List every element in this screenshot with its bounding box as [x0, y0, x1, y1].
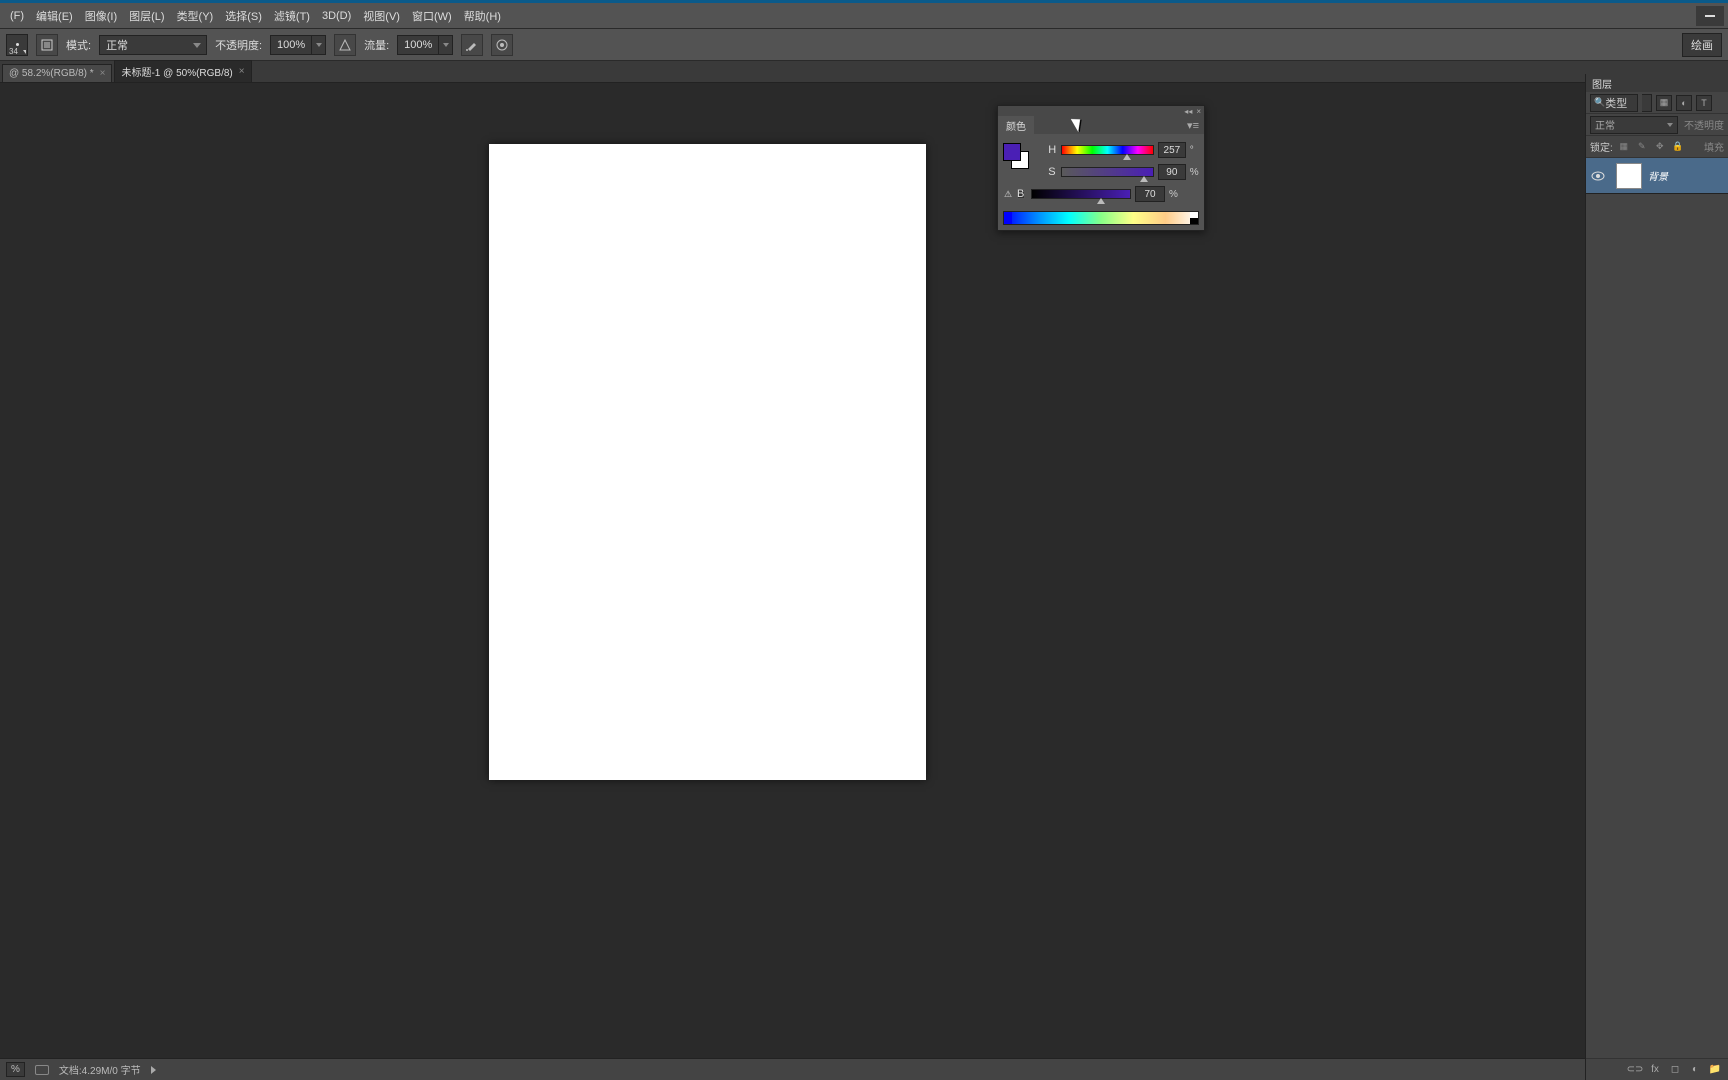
- saturation-unit: %: [1190, 167, 1199, 178]
- layer-opacity-label: 不透明度: [1684, 117, 1724, 132]
- menu-edit[interactable]: 编辑(E): [30, 4, 79, 28]
- layer-filter-kind[interactable]: 🔍 类型: [1590, 94, 1638, 112]
- layers-tab[interactable]: 图层: [1586, 74, 1728, 92]
- brightness-value[interactable]: 70: [1135, 186, 1165, 202]
- collapse-icon[interactable]: ◂◂: [1184, 107, 1192, 116]
- saturation-label: S: [1048, 166, 1057, 178]
- brush-panel-toggle-icon[interactable]: [36, 34, 58, 56]
- search-icon: 🔍: [1594, 97, 1605, 108]
- menu-bar: (F) 编辑(E) 图像(I) 图层(L) 类型(Y) 选择(S) 滤镜(T) …: [0, 3, 1728, 29]
- color-panel-titlebar[interactable]: ◂◂ ×: [998, 106, 1204, 116]
- layers-panel: 图层 🔍 类型 ▦ ◐ T 正常 不透明度 锁定: ▦ ✎ ✥ 🔒 填充 背景 …: [1585, 74, 1728, 1080]
- brush-preset-picker[interactable]: 34: [6, 34, 28, 56]
- document-tab[interactable]: @ 58.2%(RGB/8) * ×: [2, 64, 112, 82]
- brush-size-label: 34: [9, 47, 18, 56]
- opacity-input[interactable]: 100%: [270, 35, 312, 55]
- opacity-dropdown[interactable]: [312, 35, 326, 55]
- draw-mode-button[interactable]: 绘画: [1682, 33, 1722, 57]
- lock-transparency-icon[interactable]: ▦: [1617, 140, 1631, 154]
- color-panel: ◂◂ × 颜色 ▾≡ H 257 ° S 90 % ⚠ B 7: [997, 105, 1205, 231]
- layers-footer: ⊂⊃ fx ◻ ◐ 📁: [1586, 1058, 1728, 1080]
- brightness-unit: %: [1169, 189, 1179, 200]
- mode-label: 模式:: [66, 37, 91, 53]
- folder-icon[interactable]: 📁: [1708, 1063, 1722, 1077]
- flow-label: 流量:: [364, 37, 389, 53]
- spacer: [1035, 167, 1044, 177]
- document-info[interactable]: 文档:4.29M/0 字节: [59, 1062, 141, 1077]
- menu-file[interactable]: (F): [4, 6, 30, 26]
- saturation-slider[interactable]: [1061, 167, 1153, 177]
- hue-value[interactable]: 257: [1158, 142, 1186, 158]
- fill-label: 填充: [1704, 139, 1724, 154]
- close-tab-icon[interactable]: ×: [239, 66, 245, 77]
- mouse-cursor: [1074, 116, 1086, 132]
- menu-filter[interactable]: 滤镜(T): [268, 4, 316, 28]
- gamut-warning-icon: [1035, 145, 1044, 155]
- scratch-disk-icon[interactable]: [35, 1065, 49, 1075]
- saturation-value[interactable]: 90: [1158, 164, 1186, 180]
- menu-select[interactable]: 选择(S): [219, 4, 268, 28]
- status-bar: % 文档:4.29M/0 字节: [0, 1058, 1585, 1080]
- close-icon[interactable]: ×: [1196, 107, 1201, 116]
- layer-thumbnail[interactable]: [1616, 163, 1642, 189]
- lock-pixels-icon[interactable]: ✎: [1635, 140, 1649, 154]
- layer-list: 背景: [1586, 158, 1728, 194]
- gamut-warning-icon[interactable]: ⚠: [1003, 189, 1013, 199]
- zoom-level-input[interactable]: %: [6, 1062, 25, 1077]
- panel-menu-icon[interactable]: ▾≡: [1182, 119, 1204, 132]
- filter-type-icon[interactable]: T: [1696, 95, 1712, 111]
- opacity-label: 不透明度:: [215, 37, 262, 53]
- airbrush-icon[interactable]: [461, 34, 483, 56]
- hue-label: H: [1048, 144, 1057, 156]
- filter-pixel-icon[interactable]: ▦: [1656, 95, 1672, 111]
- brightness-label: B: [1017, 188, 1027, 200]
- hue-slider[interactable]: [1061, 145, 1153, 155]
- menu-type[interactable]: 类型(Y): [171, 4, 220, 28]
- menu-3d[interactable]: 3D(D): [316, 6, 357, 26]
- minimize-button[interactable]: [1696, 6, 1724, 26]
- lock-all-icon[interactable]: 🔒: [1671, 140, 1685, 154]
- hue-unit: °: [1190, 145, 1199, 156]
- layer-fx-icon[interactable]: fx: [1648, 1063, 1662, 1077]
- pressure-size-icon[interactable]: [491, 34, 513, 56]
- filter-adjust-icon[interactable]: ◐: [1676, 95, 1692, 111]
- menu-window[interactable]: 窗口(W): [406, 4, 458, 28]
- brightness-slider[interactable]: [1031, 189, 1131, 199]
- color-tab[interactable]: 颜色: [998, 116, 1034, 135]
- status-menu-icon[interactable]: [151, 1066, 156, 1074]
- document-tab-bar: @ 58.2%(RGB/8) * × 未标题-1 @ 50%(RGB/8) ×: [0, 61, 1728, 83]
- color-swatches[interactable]: [1003, 143, 1029, 169]
- canvas[interactable]: [489, 144, 926, 780]
- foreground-color-swatch[interactable]: [1003, 143, 1021, 161]
- pressure-opacity-icon[interactable]: [334, 34, 356, 56]
- stepper-icon[interactable]: [1642, 94, 1652, 112]
- flow-dropdown[interactable]: [439, 35, 453, 55]
- color-ramp[interactable]: [1003, 211, 1199, 225]
- close-tab-icon[interactable]: ×: [100, 68, 106, 79]
- layer-mask-icon[interactable]: ◻: [1668, 1063, 1682, 1077]
- menu-view[interactable]: 视图(V): [357, 4, 406, 28]
- menu-layer[interactable]: 图层(L): [123, 4, 170, 28]
- layer-name[interactable]: 背景: [1648, 168, 1668, 183]
- options-bar: 34 模式: 正常 不透明度: 100% 流量: 100% 绘画: [0, 29, 1728, 61]
- workspace: [0, 83, 1728, 1058]
- visibility-toggle-icon[interactable]: [1586, 171, 1610, 181]
- link-layers-icon[interactable]: ⊂⊃: [1628, 1063, 1642, 1077]
- flow-input[interactable]: 100%: [397, 35, 439, 55]
- lock-label: 锁定:: [1590, 139, 1613, 154]
- layer-row[interactable]: 背景: [1586, 158, 1728, 194]
- layer-blend-mode-select[interactable]: 正常: [1590, 116, 1678, 134]
- document-tab[interactable]: 未标题-1 @ 50%(RGB/8) ×: [114, 60, 251, 82]
- menu-image[interactable]: 图像(I): [79, 4, 123, 28]
- adjustment-layer-icon[interactable]: ◐: [1688, 1063, 1702, 1077]
- lock-position-icon[interactable]: ✥: [1653, 140, 1667, 154]
- menu-help[interactable]: 帮助(H): [458, 4, 507, 28]
- blend-mode-select[interactable]: 正常: [99, 35, 207, 55]
